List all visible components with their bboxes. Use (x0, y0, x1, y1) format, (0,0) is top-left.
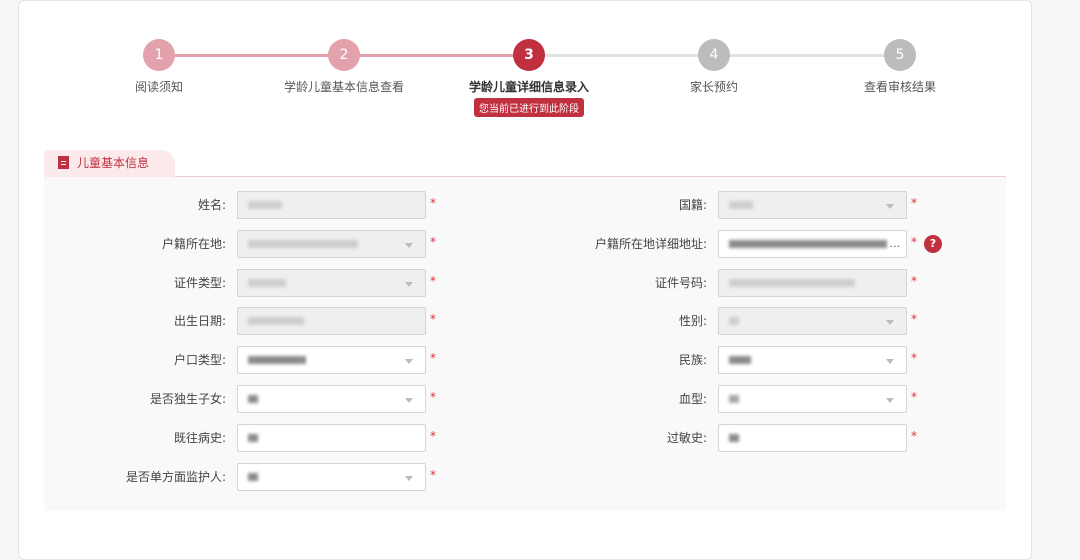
required-mark: * (911, 390, 917, 404)
step-1-circle: 1 (143, 39, 175, 71)
chevron-down-icon (405, 398, 413, 403)
birth-date-input[interactable] (237, 307, 426, 335)
id-number-input[interactable] (718, 269, 907, 297)
required-mark: * (430, 274, 436, 288)
blood-type-select[interactable] (718, 385, 907, 413)
field-label: 性别: (678, 314, 707, 328)
required-mark: * (911, 429, 917, 443)
allergy-history-input[interactable] (718, 424, 907, 452)
help-icon[interactable]: ? (924, 235, 942, 253)
field-label: 户口类型: (173, 353, 226, 367)
document-icon (58, 156, 69, 169)
chevron-down-icon (886, 398, 894, 403)
required-mark: * (430, 351, 436, 365)
text-ellipsis: ... (889, 237, 901, 250)
section-title: 儿童基本信息 (77, 156, 150, 170)
step-2-label: 学龄儿童基本信息查看 (283, 80, 404, 94)
section-header: 儿童基本信息 (44, 150, 1006, 177)
step-4-circle: 4 (698, 39, 730, 71)
field-label: 民族: (678, 353, 707, 367)
field-label: 证件号码: (654, 276, 707, 290)
required-mark: * (430, 390, 436, 404)
step-4: 4 家长预约 (614, 39, 814, 95)
field-label: 出生日期: (173, 314, 226, 328)
chevron-down-icon (405, 282, 413, 287)
required-mark: * (911, 351, 917, 365)
nationality-select[interactable] (718, 191, 907, 219)
medical-history-input[interactable] (237, 424, 426, 452)
step-1-label: 阅读须知 (134, 80, 183, 94)
chevron-down-icon (405, 243, 413, 248)
step-1: 1 阅读须知 (59, 39, 259, 95)
step-5-circle: 5 (884, 39, 916, 71)
required-mark: * (911, 235, 917, 249)
form-area (44, 177, 1006, 511)
name-input[interactable] (237, 191, 426, 219)
step-5-label: 查看审核结果 (863, 80, 936, 94)
field-label: 既往病史: (173, 431, 226, 445)
field-label: 是否单方面监护人: (125, 470, 226, 484)
step-4-label: 家长预约 (689, 80, 738, 94)
required-mark: * (911, 274, 917, 288)
field-label: 血型: (678, 392, 707, 406)
chevron-down-icon (886, 359, 894, 364)
section-tab: 儿童基本信息 (44, 150, 175, 177)
required-mark: * (430, 196, 436, 210)
sole-guardian-select[interactable] (237, 463, 426, 491)
progress-steps: 1 阅读须知 2 学龄儿童基本信息查看 3 学龄儿童详细信息录入 您当前已进行到… (0, 0, 1080, 130)
only-child-select[interactable] (237, 385, 426, 413)
ethnicity-select[interactable] (718, 346, 907, 374)
required-mark: * (911, 312, 917, 326)
field-label: 国籍: (678, 198, 707, 212)
chevron-down-icon (405, 476, 413, 481)
required-mark: * (430, 468, 436, 482)
step-2: 2 学龄儿童基本信息查看 (244, 39, 444, 95)
household-location-select[interactable] (237, 230, 426, 258)
id-type-select[interactable] (237, 269, 426, 297)
step-3-label: 学龄儿童详细信息录入 (468, 80, 589, 94)
current-stage-badge: 您当前已进行到此阶段 (474, 98, 584, 117)
required-mark: * (430, 235, 436, 249)
required-mark: * (911, 196, 917, 210)
hukou-type-select[interactable] (237, 346, 426, 374)
field-label: 户籍所在地: (161, 237, 226, 251)
step-3-circle: 3 (513, 39, 545, 71)
required-mark: * (430, 312, 436, 326)
field-label: 证件类型: (173, 276, 226, 290)
step-5: 5 查看审核结果 (800, 39, 1000, 95)
step-2-circle: 2 (328, 39, 360, 71)
field-label: 是否独生子女: (149, 392, 226, 406)
household-address-input[interactable]: ... (718, 230, 907, 258)
required-mark: * (430, 429, 436, 443)
gender-select[interactable] (718, 307, 907, 335)
field-label: 户籍所在地详细地址: (594, 237, 707, 251)
chevron-down-icon (886, 204, 894, 209)
chevron-down-icon (886, 320, 894, 325)
chevron-down-icon (405, 359, 413, 364)
field-label: 姓名: (197, 198, 226, 212)
field-label: 过敏史: (666, 431, 707, 445)
step-3: 3 学龄儿童详细信息录入 您当前已进行到此阶段 (429, 39, 629, 117)
